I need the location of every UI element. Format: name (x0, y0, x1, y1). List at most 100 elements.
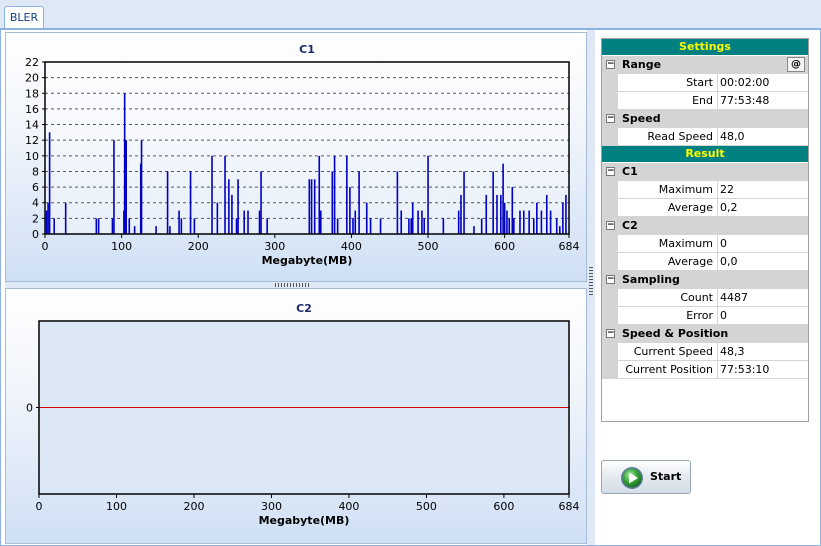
result-header: Result (602, 146, 808, 163)
current-position-value: 77:53:10 (720, 363, 770, 376)
group-range[interactable]: − Range @ (602, 56, 808, 74)
prop-name: Current Speed (618, 343, 718, 360)
row-gutter (602, 92, 618, 110)
read-speed-value[interactable]: 48,0 (720, 128, 745, 145)
splitter-grip-icon (275, 283, 311, 287)
group-label: Speed (622, 112, 661, 125)
group-speed[interactable]: − Speed (602, 110, 808, 128)
prop-name: Average (618, 253, 718, 270)
chart-title: C1 (299, 43, 315, 56)
x-tick-label: 400 (341, 240, 362, 253)
y-tick-label: 22 (25, 56, 39, 69)
c1-max-value: 22 (720, 183, 734, 196)
end-value[interactable]: 77:53:48 (720, 92, 769, 109)
row-gutter (602, 253, 618, 271)
chart-title: C2 (296, 302, 312, 315)
y-tick-label: 0 (26, 402, 33, 415)
y-tick-label: 14 (25, 119, 39, 132)
prop-row-error[interactable]: Error 0 (602, 307, 808, 325)
y-tick-label: 16 (25, 103, 39, 116)
x-tick-label: 200 (183, 500, 204, 513)
y-tick-label: 12 (25, 134, 39, 147)
x-tick-label: 600 (494, 240, 515, 253)
prop-name: Current Position (618, 361, 718, 378)
prop-row-c2-max[interactable]: Maximum 0 (602, 235, 808, 253)
row-gutter (602, 343, 618, 361)
collapse-icon[interactable]: − (606, 275, 615, 284)
prop-name: Count (618, 289, 718, 306)
play-icon (621, 467, 643, 489)
property-grid: Settings − Range @ Start 00:02:00 End 77… (601, 38, 809, 422)
start-button-label: Start (650, 470, 682, 483)
x-tick-label: 684 (559, 500, 580, 513)
main-content: C1 0 2 4 6 8 10 12 14 16 18 20 22 0 100 200 300 400 500 600… (0, 29, 821, 546)
tab-strip: BLER (0, 0, 821, 29)
row-gutter (602, 128, 618, 146)
y-tick-label: 6 (32, 181, 39, 194)
prop-row-c1-max[interactable]: Maximum 22 (602, 181, 808, 199)
row-gutter (602, 199, 618, 217)
row-gutter (602, 361, 618, 379)
group-speed-position[interactable]: − Speed & Position (602, 325, 808, 343)
prop-row-start[interactable]: Start 00:02:00 (602, 74, 808, 92)
current-speed-value: 48,3 (720, 345, 745, 358)
prop-row-read-speed[interactable]: Read Speed 48,0 (602, 128, 808, 146)
prop-row-c1-avg[interactable]: Average 0,2 (602, 199, 808, 217)
collapse-icon[interactable]: − (606, 114, 615, 123)
vertical-splitter[interactable] (587, 30, 595, 545)
y-tick-label: 4 (32, 197, 39, 210)
prop-name: Average (618, 199, 718, 216)
start-button[interactable]: Start (601, 460, 691, 494)
row-gutter (602, 74, 618, 92)
c1-avg-value: 0,2 (720, 201, 738, 214)
x-tick-label: 0 (42, 240, 49, 253)
y-tick-label: 20 (25, 72, 39, 85)
tab-bler[interactable]: BLER (4, 6, 44, 29)
prop-name: Maximum (618, 181, 718, 198)
prop-row-current-position[interactable]: Current Position 77:53:10 (602, 361, 808, 379)
group-c1[interactable]: − C1 (602, 163, 808, 181)
x-tick-label: 100 (111, 240, 132, 253)
x-tick-label: 684 (559, 240, 580, 253)
range-at-button[interactable]: @ (787, 57, 805, 72)
start-value[interactable]: 00:02:00 (720, 74, 769, 91)
x-tick-label: 0 (36, 500, 43, 513)
group-c2[interactable]: − C2 (602, 217, 808, 235)
group-label: Range (622, 58, 662, 71)
x-tick-label: 300 (264, 240, 285, 253)
collapse-icon[interactable]: − (606, 329, 615, 338)
c1-chart-panel: C1 0 2 4 6 8 10 12 14 16 18 20 22 0 100 200 300 400 500 600… (5, 32, 587, 282)
prop-row-c2-avg[interactable]: Average 0,0 (602, 253, 808, 271)
prop-row-count[interactable]: Count 4487 (602, 289, 808, 307)
x-tick-label: 300 (261, 500, 282, 513)
y-tick-label: 18 (25, 87, 39, 100)
c2-chart: C2 0 0 100 200 300 400 500 600 684 Megabyte(MB) (26, 302, 580, 527)
group-label: Speed & Position (622, 327, 729, 340)
row-gutter (602, 181, 618, 199)
settings-header: Settings (602, 39, 808, 56)
plot-area (45, 62, 569, 234)
y-tick-label: 2 (32, 212, 39, 225)
group-label: Sampling (622, 273, 680, 286)
x-tick-label: 100 (106, 500, 127, 513)
collapse-icon[interactable]: − (606, 221, 615, 230)
row-gutter (602, 289, 618, 307)
collapse-icon[interactable]: − (606, 167, 615, 176)
group-label: C2 (622, 219, 638, 232)
splitter-grip-icon (589, 265, 593, 295)
count-value: 4487 (720, 291, 748, 304)
group-sampling[interactable]: − Sampling (602, 271, 808, 289)
row-gutter (602, 235, 618, 253)
c2-chart-panel: C2 0 0 100 200 300 400 500 600 684 Megabyte(MB) (5, 288, 587, 544)
prop-row-end[interactable]: End 77:53:48 (602, 92, 808, 110)
prop-row-current-speed[interactable]: Current Speed 48,3 (602, 343, 808, 361)
x-tick-label: 200 (188, 240, 209, 253)
x-tick-label: 500 (416, 500, 437, 513)
group-label: C1 (622, 165, 638, 178)
collapse-icon[interactable]: − (606, 60, 615, 69)
x-tick-label: 400 (338, 500, 359, 513)
x-tick-label: 500 (418, 240, 439, 253)
prop-name: Maximum (618, 235, 718, 252)
x-tick-label: 600 (493, 500, 514, 513)
c2-max-value: 0 (720, 237, 727, 250)
